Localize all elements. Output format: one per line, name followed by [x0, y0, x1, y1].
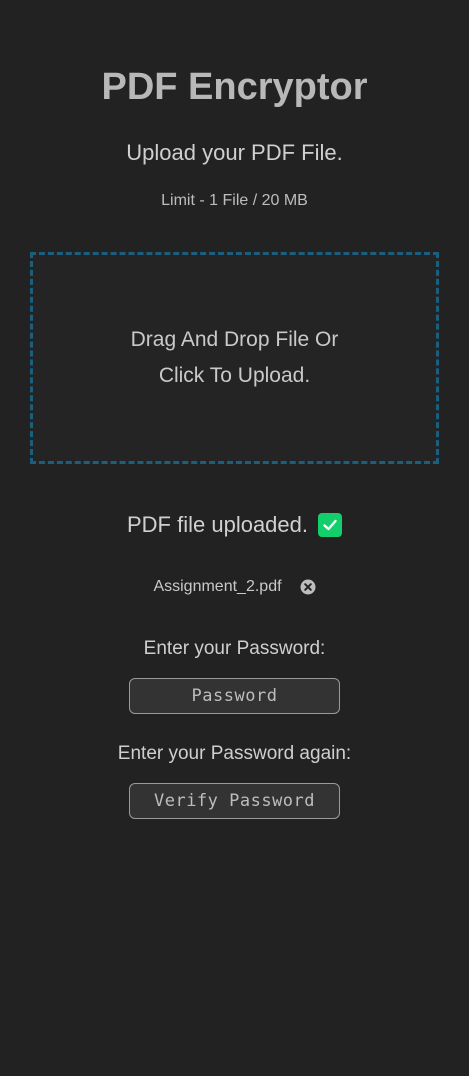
verify-password-label: Enter your Password again: [117, 743, 352, 764]
upload-status-text: PDF file uploaded. [127, 512, 308, 537]
upload-limit-text: Limit - 1 File / 20 MB [161, 192, 308, 209]
file-dropzone[interactable]: Drag And Drop File Or Click To Upload. [30, 252, 439, 464]
page: PDF Encryptor Upload your PDF File. Limi… [0, 0, 469, 1076]
dropzone-line-2: Click To Upload. [158, 364, 311, 387]
upload-status: PDF file uploaded. [0, 511, 469, 539]
verify-password-input[interactable] [129, 783, 340, 819]
dropzone-line-1: Drag And Drop File Or [130, 328, 339, 351]
password-label: Enter your Password: [143, 638, 326, 659]
password-input[interactable] [129, 678, 340, 714]
page-title: PDF Encryptor [101, 66, 368, 108]
file-name: Assignment_2.pdf [153, 578, 282, 595]
check-icon [318, 513, 342, 537]
close-circle-icon[interactable] [300, 579, 316, 595]
uploaded-file-row: Assignment_2.pdf [0, 577, 469, 597]
upload-heading: Upload your PDF File. [126, 140, 343, 165]
dropzone-instructions: Drag And Drop File Or Click To Upload. [105, 322, 365, 394]
